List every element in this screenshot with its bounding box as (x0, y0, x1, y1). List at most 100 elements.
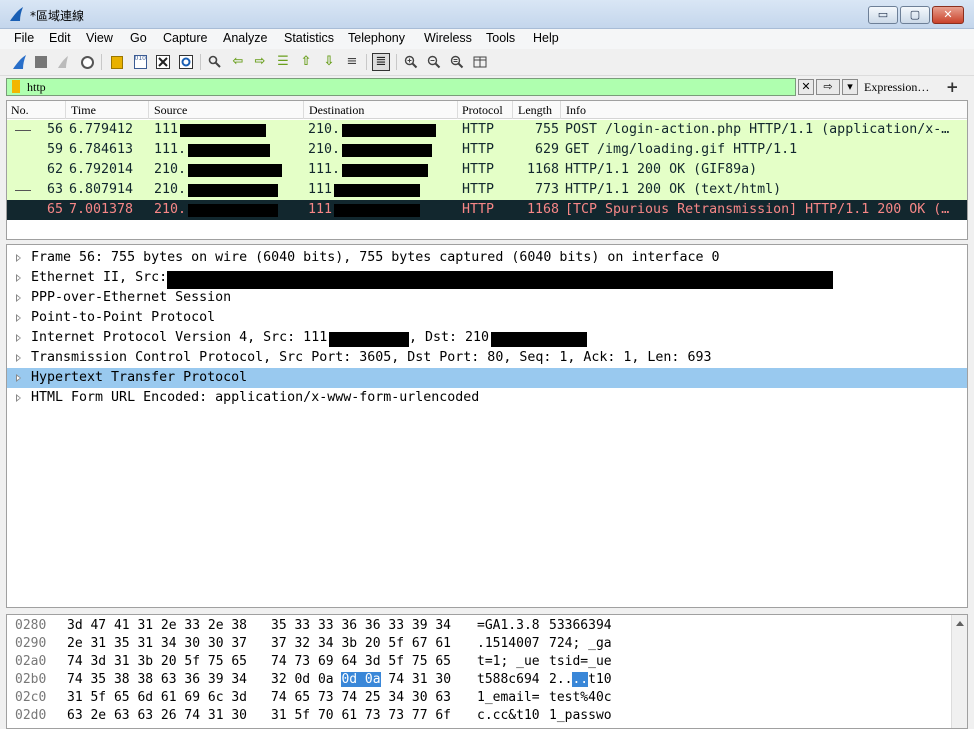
auto-scroll-icon[interactable]: ≡ (343, 53, 361, 71)
col-destination[interactable]: Destination (309, 103, 364, 118)
save-file-icon[interactable]: 010 (131, 53, 149, 71)
detail-ppp[interactable]: Point-to-Point Protocol (7, 308, 967, 328)
redacted-source-ip (188, 144, 270, 157)
redacted-destination-ip (342, 124, 436, 137)
redacted-source-ip (188, 204, 278, 217)
packet-row[interactable]: 65 7.001378 210. 111 HTTP 1168 [TCP Spurious R… (7, 200, 967, 220)
packet-no: 62 (46, 162, 63, 177)
apply-filter-button[interactable]: ⇨ (816, 79, 840, 95)
packet-row[interactable]: 62 6.792014 210. 111. HTTP 1168 HTTP/1.1 200 O… (7, 160, 967, 180)
resize-columns-icon[interactable] (471, 53, 489, 71)
menu-wireless[interactable]: Wireless (424, 31, 472, 45)
bytes-row[interactable]: 02d0 63 2e 63 63 26 74 31 30 31 5f 70 61… (7, 707, 951, 725)
display-filter-input[interactable]: http (6, 78, 796, 96)
expand-arrow-icon[interactable] (16, 354, 21, 362)
zoom-in-icon[interactable] (402, 53, 420, 71)
col-time[interactable]: Time (71, 103, 96, 118)
bytes-scrollbar[interactable] (951, 615, 967, 728)
bytes-row[interactable]: 02c0 31 5f 65 6d 61 69 6c 3d 74 65 73 74… (7, 689, 951, 707)
packet-row[interactable]: 63 6.807914 210. 111 HTTP 773 HTTP/1.1 200 OK … (7, 180, 967, 200)
go-forward-icon[interactable]: ⇨ (251, 53, 269, 71)
expand-arrow-icon[interactable] (16, 254, 21, 262)
open-file-icon[interactable] (108, 53, 126, 71)
clear-filter-button[interactable]: ✕ (798, 79, 814, 95)
detail-ipv4[interactable]: Internet Protocol Version 4, Src: 111 , … (7, 328, 967, 348)
detail-form-urlencoded[interactable]: HTML Form URL Encoded: application/x-www… (7, 388, 967, 408)
reload-file-icon[interactable] (177, 53, 195, 71)
packet-time: 6.807914 (69, 182, 134, 197)
packet-no: 65 (46, 202, 63, 217)
zoom-out-icon[interactable] (425, 53, 443, 71)
bookmark-icon[interactable] (12, 80, 20, 93)
menu-telephony[interactable]: Telephony (348, 31, 405, 45)
first-packet-icon[interactable]: ⇧ (297, 53, 315, 71)
expand-arrow-icon[interactable] (16, 314, 21, 322)
detail-frame[interactable]: Frame 56: 755 bytes on wire (6040 bits),… (7, 248, 967, 268)
scroll-up-icon[interactable] (956, 621, 964, 626)
detail-ethernet[interactable]: Ethernet II, Src: (7, 268, 967, 289)
menu-edit[interactable]: Edit (49, 31, 71, 45)
redacted-source-ip (180, 124, 266, 137)
minimize-button[interactable]: ▭ (868, 6, 898, 24)
bytes-row-selected[interactable]: 02b0 74 35 38 38 63 36 39 34 32 0d 0a 0d… (7, 671, 951, 689)
col-length[interactable]: Length (518, 103, 552, 118)
colorize-icon[interactable]: ≣ (372, 53, 390, 71)
packet-row[interactable]: 56 6.779412 111 210. HTTP 755 POST /login-acti… (7, 120, 967, 140)
redacted-destination-ip (334, 204, 420, 217)
expand-arrow-icon[interactable] (16, 294, 21, 302)
bytes-row[interactable]: 0280 3d 47 41 31 2e 33 2e 38 35 33 33 36… (7, 617, 951, 635)
menu-capture[interactable]: Capture (163, 31, 207, 45)
expression-button[interactable]: Expression… (864, 80, 929, 95)
detail-tcp[interactable]: Transmission Control Protocol, Src Port:… (7, 348, 967, 368)
add-filter-button[interactable]: + (946, 78, 959, 96)
col-info[interactable]: Info (566, 103, 586, 118)
menu-help[interactable]: Help (533, 31, 559, 45)
packet-protocol: HTTP (462, 182, 495, 197)
expand-arrow-icon[interactable] (16, 274, 21, 282)
close-file-icon[interactable] (154, 53, 172, 71)
col-source[interactable]: Source (154, 103, 187, 118)
packet-row[interactable]: 59 6.784613 111. 210. HTTP 629 GET /img/loadin… (7, 140, 967, 160)
bytes-row[interactable]: 02a0 74 3d 31 3b 20 5f 75 65 74 73 69 64… (7, 653, 951, 671)
menu-tools[interactable]: Tools (486, 31, 515, 45)
window-title: *區域連線 (30, 9, 85, 23)
menu-statistics[interactable]: Statistics (284, 31, 334, 45)
redacted-destination-ip (334, 184, 420, 197)
packet-info: HTTP/1.1 200 OK (GIF89a) (565, 162, 758, 177)
close-button[interactable]: ✕ (932, 6, 964, 24)
packet-protocol: HTTP (462, 122, 495, 137)
expand-arrow-icon[interactable] (16, 374, 21, 382)
menu-analyze[interactable]: Analyze (223, 31, 267, 45)
redacted-ip (491, 332, 587, 347)
go-to-packet-icon[interactable]: ☰ (274, 53, 292, 71)
bytes-row[interactable]: 0290 2e 31 35 31 34 30 30 37 37 32 34 3b… (7, 635, 951, 653)
detail-pppoe[interactable]: PPP-over-Ethernet Session (7, 288, 967, 308)
filter-dropdown-button[interactable]: ▾ (842, 79, 858, 95)
selected-ascii[interactable]: .. (572, 672, 589, 687)
find-packet-icon[interactable] (206, 53, 224, 71)
packet-bytes: 0280 3d 47 41 31 2e 33 2e 38 35 33 33 36… (6, 614, 968, 729)
detail-http-selected[interactable]: Hypertext Transfer Protocol (7, 368, 967, 388)
col-no[interactable]: No. (11, 103, 29, 118)
packet-list: No. Time Source Destination Protocol Len… (6, 100, 968, 240)
last-packet-icon[interactable]: ⇩ (320, 53, 338, 71)
selected-bytes[interactable]: 0d 0a (341, 672, 381, 687)
redacted-source-ip (188, 184, 278, 197)
expand-arrow-icon[interactable] (16, 394, 21, 402)
restart-capture-icon[interactable] (54, 53, 72, 71)
menu-file[interactable]: File (14, 31, 34, 45)
menu-go[interactable]: Go (130, 31, 147, 45)
display-filter-bar: http ✕ ⇨ ▾ Expression… + (0, 76, 974, 98)
start-capture-icon[interactable] (10, 53, 28, 71)
redacted-destination-ip (342, 164, 428, 177)
stop-capture-icon[interactable] (32, 53, 50, 71)
capture-options-icon[interactable] (78, 53, 96, 71)
redacted-source-ip (188, 164, 282, 177)
col-protocol[interactable]: Protocol (462, 103, 503, 118)
menu-view[interactable]: View (86, 31, 113, 45)
maximize-button[interactable]: ▢ (900, 6, 930, 24)
packet-length: 773 (534, 182, 559, 197)
normal-size-icon[interactable] (448, 53, 466, 71)
go-back-icon[interactable]: ⇦ (229, 53, 247, 71)
expand-arrow-icon[interactable] (16, 334, 21, 342)
